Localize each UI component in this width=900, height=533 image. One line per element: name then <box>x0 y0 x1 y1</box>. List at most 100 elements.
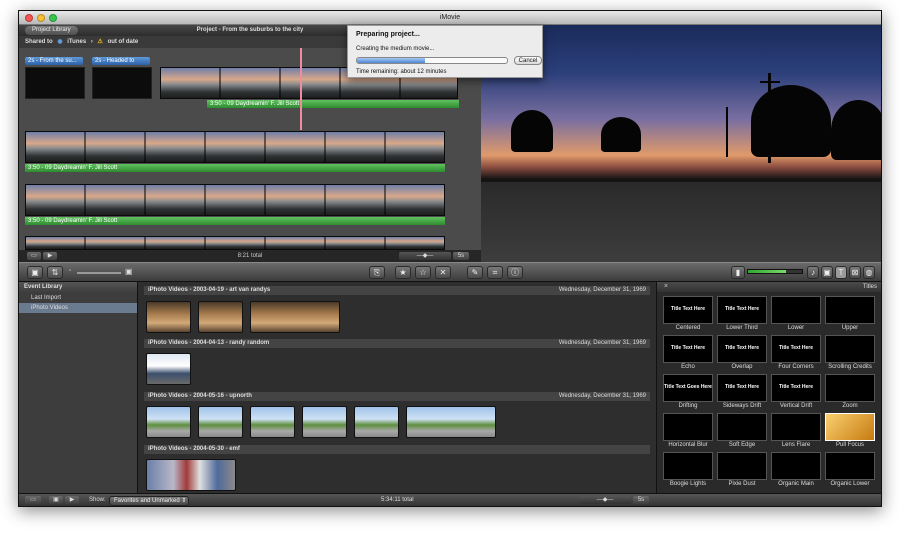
video-clip[interactable] <box>25 236 445 250</box>
title-style-sideways-drift[interactable]: Title Text Here <box>717 374 767 402</box>
event-clip-thumbnail[interactable] <box>250 301 340 333</box>
reject-button[interactable]: ✕ <box>435 266 451 279</box>
show-event-list-button[interactable]: ▭ <box>25 496 41 504</box>
title-tag[interactable]: 2s - From the su... <box>25 57 83 65</box>
title-style-label: Sideways Drift <box>722 403 762 409</box>
title-preview-text: Title Text Goes Here <box>664 384 712 390</box>
title-tag[interactable]: 2s - Headed to <box>92 57 150 65</box>
project-library-button[interactable]: Project Library <box>25 26 78 35</box>
event-clip-thumbnail[interactable] <box>146 459 236 491</box>
show-label: Show: <box>89 497 106 503</box>
audio-track[interactable]: 3:50 - 09 Daydreamin' F. Jill Scott <box>25 164 445 172</box>
play-fullscreen-button[interactable]: ▣ <box>49 496 63 504</box>
event-clip-thumbnail[interactable] <box>302 406 347 438</box>
title-style-lower[interactable] <box>771 296 821 324</box>
title-clip[interactable] <box>92 67 152 99</box>
event-clip-thumbnail[interactable] <box>198 301 243 333</box>
event-clip-thumbnail[interactable] <box>406 406 496 438</box>
tree-silhouette <box>601 117 641 152</box>
event-clip-thumbnail[interactable] <box>198 406 243 438</box>
camera-import-button[interactable]: ▣ <box>27 266 43 279</box>
title-style-label: Lens Flare <box>781 442 811 448</box>
project-view-button[interactable]: ▭ <box>27 252 41 260</box>
title-style-horizontal-blur[interactable] <box>663 413 713 441</box>
project-title: Project - From the suburbs to the city <box>196 27 304 33</box>
filter-value: Favorites and Unmarked <box>114 498 180 504</box>
titles-browser-button[interactable]: T <box>835 266 847 279</box>
dialog-message: Creating the medium movie... <box>356 46 435 52</box>
audio-track[interactable]: 3:50 - 09 Daydreamin' F. Jill Scott <box>25 217 445 225</box>
title-style-four-corners[interactable]: Title Text Here <box>771 335 821 363</box>
cancel-button[interactable]: Cancel <box>514 56 542 65</box>
title-style-label: Vertical Drift <box>779 403 813 409</box>
event-clip-thumbnail[interactable] <box>146 406 191 438</box>
transitions-browser-button[interactable]: ⊠ <box>849 266 861 279</box>
audio-meter-icon: ▮ <box>731 266 745 279</box>
title-style-zoom[interactable] <box>825 374 875 402</box>
photo-browser-button[interactable]: ▣ <box>821 266 833 279</box>
title-style-boogie-lights[interactable] <box>663 452 713 480</box>
title-style-organic-lower[interactable] <box>825 452 875 480</box>
title-style-centered[interactable]: Title Text Here <box>663 296 713 324</box>
music-browser-button[interactable]: ♪ <box>807 266 819 279</box>
event-header: iPhoto Videos - 2004-05-16 - upnorth Wed… <box>144 392 650 401</box>
event-zoom-slider[interactable]: —◆— <box>579 496 631 504</box>
close-icon[interactable]: × <box>660 283 668 291</box>
crop-button[interactable]: ⌗ <box>487 266 503 279</box>
maps-browser-button[interactable]: ◍ <box>863 266 875 279</box>
filter-select[interactable]: Favorites and Unmarked ⇕ <box>109 496 189 506</box>
tree-silhouette <box>511 110 553 152</box>
title-style-drifting[interactable]: Title Text Goes Here <box>663 374 713 402</box>
audio-track[interactable]: 3:50 - 09 Daydreamin' F. Jill Scott <box>207 100 459 108</box>
title-style-label: Boogie Lights <box>669 481 707 487</box>
title-style-label: Overlap <box>731 364 753 370</box>
title-clip[interactable] <box>25 67 85 99</box>
road <box>481 182 881 262</box>
title-style-lower-third[interactable]: Title Text Here <box>717 296 767 324</box>
title-style-label: Organic Lower <box>830 481 870 487</box>
play-project-button[interactable]: ▶ <box>43 252 57 260</box>
event-clip-thumbnail[interactable] <box>250 406 295 438</box>
video-clip[interactable] <box>25 184 445 216</box>
title-style-soft-edge[interactable] <box>717 413 767 441</box>
play-event-button[interactable]: ▶ <box>65 496 79 504</box>
sidebar-item-last-import[interactable]: Last Import <box>19 293 137 303</box>
title-style-label: Lower Third <box>726 325 758 331</box>
title-style-pull-focus[interactable] <box>825 413 875 441</box>
project-timeline[interactable]: 2s - From the su... 2s - Headed to 3:50 … <box>19 48 481 250</box>
favorite-star-button[interactable]: ★ <box>395 266 411 279</box>
playhead[interactable] <box>300 48 302 130</box>
video-clip[interactable] <box>25 131 445 163</box>
dialog-title: Preparing project... <box>356 31 420 38</box>
event-browser[interactable]: iPhoto Videos - 2003-04-19 - art van ran… <box>138 282 664 493</box>
add-to-project-button[interactable]: ⎘ <box>369 266 385 279</box>
sidebar-item-iphoto-videos[interactable]: iPhoto Videos <box>19 303 137 313</box>
inspector-button[interactable]: ⓘ <box>507 266 523 279</box>
voiceover-button[interactable]: ✎ <box>467 266 483 279</box>
event-clip-thumbnail[interactable] <box>146 353 191 385</box>
title-style-scrolling-credits[interactable] <box>825 335 875 363</box>
event-clip-thumbnail[interactable] <box>146 301 191 333</box>
event-zoom-value: 5s <box>633 496 649 504</box>
unmark-star-button[interactable]: ☆ <box>415 266 431 279</box>
title-style-lens-flare[interactable] <box>771 413 821 441</box>
shared-to-label: Shared to <box>25 39 53 45</box>
title-style-vertical-drift[interactable]: Title Text Here <box>771 374 821 402</box>
title-style-echo[interactable]: Title Text Here <box>663 335 713 363</box>
title-style-organic-main[interactable] <box>771 452 821 480</box>
utility-pole <box>726 107 728 157</box>
title-style-upper[interactable] <box>825 296 875 324</box>
close-window-button[interactable] <box>25 14 33 22</box>
thumbnail-size-slider[interactable] <box>77 272 121 274</box>
project-total-duration: 8:21 total <box>237 253 263 259</box>
minimize-window-button[interactable] <box>37 14 45 22</box>
title-style-overlap[interactable]: Title Text Here <box>717 335 767 363</box>
swap-events-projects-button[interactable]: ⇅ <box>47 266 63 279</box>
title-style-pixie-dust[interactable] <box>717 452 767 480</box>
zoom-window-button[interactable] <box>49 14 57 22</box>
project-zoom-slider[interactable]: —◆— <box>399 252 451 260</box>
warning-icon: ⚠ <box>97 39 103 45</box>
event-clip-thumbnail[interactable] <box>354 406 399 438</box>
title-style-label: Zoom <box>842 403 858 409</box>
title-preview-text: Title Text Here <box>779 384 813 390</box>
